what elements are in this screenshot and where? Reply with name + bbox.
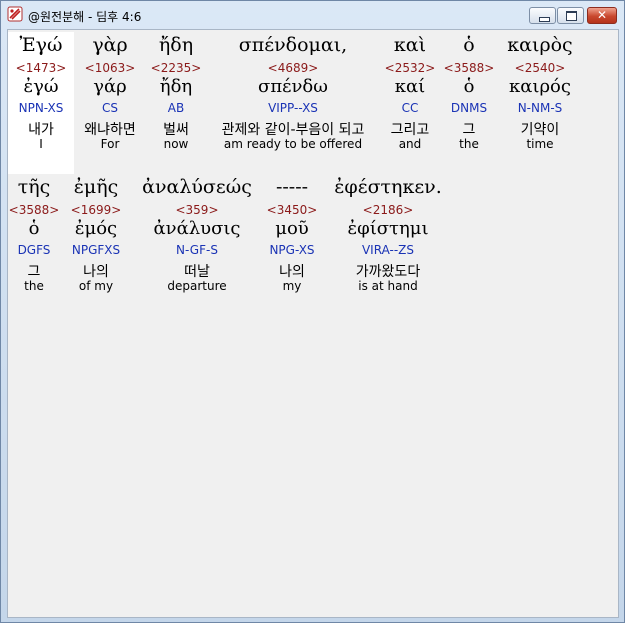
greek-word: ἀναλύσεώς [142,176,252,198]
greek-word: ἤδη [158,34,194,56]
korean-gloss: 그리고 [390,122,430,138]
greek-word: ἐφέστηκεν. [334,176,442,198]
word-kairos[interactable]: καιρὸς <2540> καιρός N-NM-S 기약이 time [498,32,582,174]
greek-word: Ἐγώ [19,34,63,56]
korean-gloss: 나의 [279,264,305,280]
parsing-code: VIRA--ZS [361,243,415,257]
greek-word: ὁ [463,34,475,56]
greek-word: καὶ [393,34,427,56]
greek-word: σπένδομαι, [238,34,348,56]
word-ho[interactable]: ὁ <3588> ὁ DNMS 그 the [440,32,498,174]
word-ede[interactable]: ἤδη <2235> ἤδη AB 벌써 now [146,32,206,174]
word-emes[interactable]: ἐμῆς <1699> ἐμός NPGFXS 나의 of my [60,174,132,300]
title-bar[interactable]: @원전분해 - 딤후 4:6 ✕ [1,1,624,29]
word-mou[interactable]: ----- <3450> μοῦ NPG-XS 나의 my [262,174,322,300]
lemma: γάρ [93,76,127,97]
greek-word: γὰρ [92,34,128,56]
strongs-number: <1063> [84,61,136,75]
korean-gloss: 내가 [28,122,54,138]
korean-gloss: 떠날 [184,264,210,280]
app-window: @원전분해 - 딤후 4:6 ✕ Ἐγώ <1473> ἐγώ NPN-XS 내… [0,0,625,623]
greek-word: ----- [275,176,309,198]
parsing-code: N-GF-S [176,243,218,257]
parsing-code: DGFS [17,243,51,257]
strongs-number: <3450> [266,203,318,217]
english-gloss: my [282,279,302,293]
word-kai[interactable]: καὶ <2532> καί CC 그리고 and [380,32,440,174]
lemma: ὁ [28,218,40,239]
english-gloss: the [24,279,44,293]
lemma: μοῦ [275,218,309,239]
english-gloss: the [459,137,479,151]
maximize-button[interactable] [557,7,584,24]
english-gloss: departure [167,279,227,293]
lemma: ἐφίστημι [347,218,429,239]
strongs-number: <2540> [514,61,566,75]
english-gloss: is at hand [358,279,418,293]
korean-gloss: 가까왔도다 [355,264,421,280]
strongs-number: <359> [175,203,219,217]
strongs-number: <3588> [8,203,60,217]
strongs-number: <1473> [15,61,67,75]
close-button[interactable]: ✕ [587,7,617,24]
parsing-code: NPN-XS [18,101,64,115]
strongs-number: <1699> [70,203,122,217]
lemma: καί [394,76,426,97]
word-tes[interactable]: τῆς <3588> ὁ DGFS 그 the [8,174,60,300]
lemma: ἐμός [74,218,118,239]
english-gloss: I [39,137,43,151]
lemma: καιρός [509,76,571,97]
minimize-button[interactable] [529,7,556,24]
parsing-code: NPG-XS [269,243,315,257]
parsing-code: VIPP--XS [268,101,318,115]
parsing-code: DNMS [450,101,488,115]
lemma: ἤδη [159,76,193,97]
english-gloss: now [163,137,189,151]
korean-gloss: 그 [27,264,41,280]
parsing-code: N-NM-S [517,101,563,115]
window-title: @원전분해 - 딤후 4:6 [28,10,142,24]
korean-gloss: 벌써 [163,122,189,138]
korean-gloss: 관제와 같이-부음이 되고 [221,122,365,138]
word-spendomai[interactable]: σπένδομαι, <4689> σπένδω VIPP--XS 관제와 같이… [206,32,380,174]
maximize-icon [566,11,577,21]
word-ego[interactable]: Ἐγώ <1473> ἐγώ NPN-XS 내가 I [8,32,74,174]
word-ephesteken[interactable]: ἐφέστηκεν. <2186> ἐφίστημι VIRA--ZS 가까왔도… [322,174,454,300]
word-analyseos[interactable]: ἀναλύσεώς <359> ἀνάλυσις N-GF-S 떠날 depar… [132,174,262,300]
app-icon [7,6,23,22]
close-icon: ✕ [596,8,608,22]
strongs-number: <4689> [267,61,319,75]
strongs-number: <2235> [150,61,202,75]
strongs-number: <2532> [384,61,436,75]
lemma: ἀνάλυσις [153,218,241,239]
greek-word: τῆς [17,176,51,198]
greek-word: ἐμῆς [73,176,119,198]
lemma: ἐγώ [23,76,59,97]
english-gloss: of my [78,279,114,293]
parsing-code: CC [401,101,419,115]
korean-gloss: 기약이 [520,122,560,138]
lemma: ὁ [463,76,475,97]
english-gloss: and [398,137,422,151]
parsing-code: NPGFXS [71,243,121,257]
minimize-icon [539,17,550,22]
english-gloss: am ready to be offered [223,137,363,151]
korean-gloss: 왜냐하면 [84,122,136,138]
strongs-number: <2186> [362,203,414,217]
word-gar[interactable]: γὰρ <1063> γάρ CS 왜냐하면 For [74,32,146,174]
interlinear-panel: Ἐγώ <1473> ἐγώ NPN-XS 내가 I γὰρ <1063> γά… [7,29,619,618]
korean-gloss: 나의 [83,264,109,280]
korean-gloss: 그 [462,122,476,138]
english-gloss: time [526,137,554,151]
parsing-code: AB [167,101,185,115]
lemma: σπένδω [258,76,328,97]
parsing-code: CS [102,101,118,115]
english-gloss: For [100,137,120,151]
strongs-number: <3588> [443,61,495,75]
greek-word: καιρὸς [507,34,573,56]
